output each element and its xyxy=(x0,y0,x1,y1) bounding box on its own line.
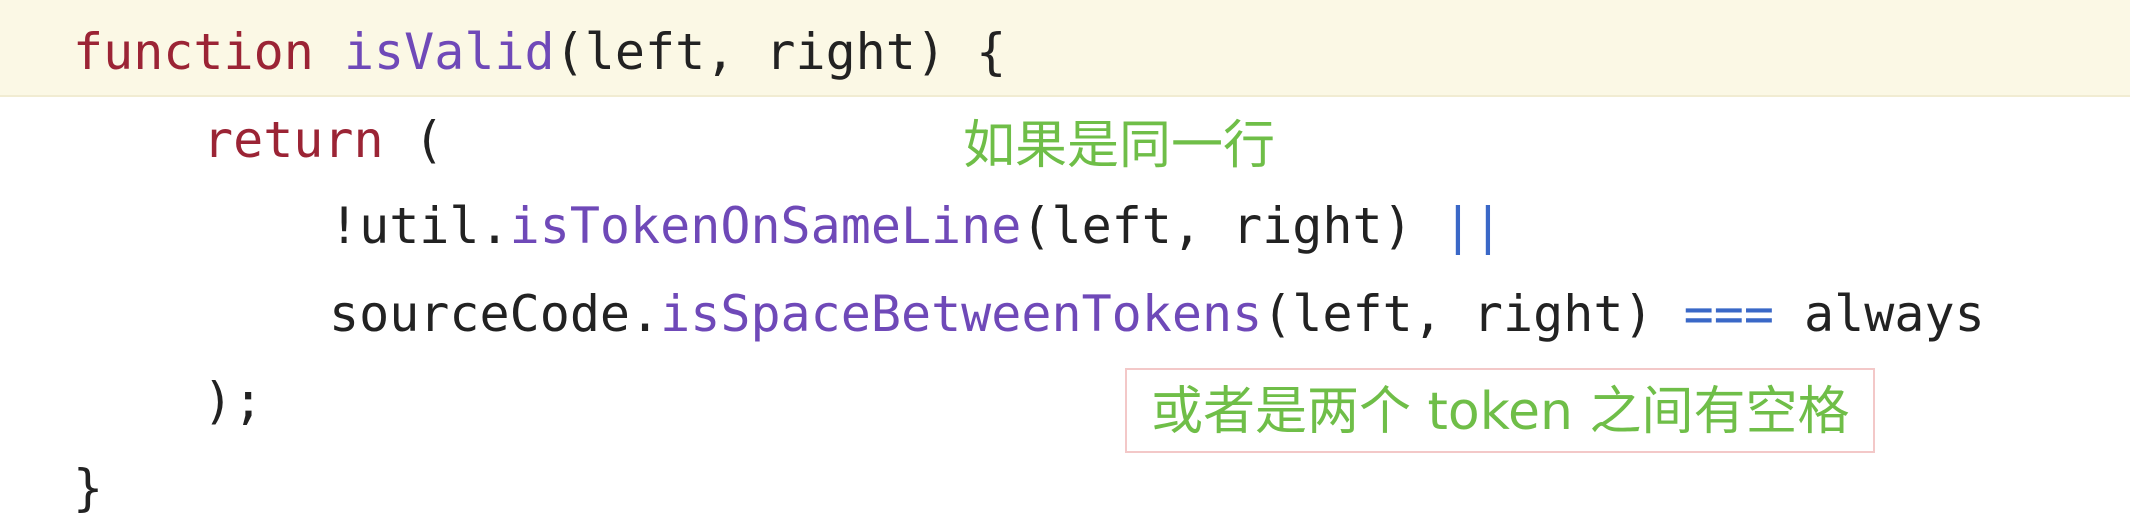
code-line-6[interactable]: } xyxy=(73,458,103,518)
strict-equal-operator: === xyxy=(1683,285,1774,343)
function-call-isspacebetweentokens: isSpaceBetweenTokens xyxy=(660,285,1263,343)
code-editor[interactable]: function isValid(left, right) { return (… xyxy=(0,0,2130,532)
util-prefix: !util. xyxy=(329,197,510,255)
code-line-1[interactable]: function isValid(left, right) { xyxy=(73,22,1006,82)
code-line-3[interactable]: !util.isTokenOnSameLine(left, right) || xyxy=(329,196,1503,256)
annotation-space-between-tokens: 或者是两个 token 之间有空格 xyxy=(1125,368,1876,453)
logical-or-operator: || xyxy=(1442,197,1504,255)
function-name-isvalid: isValid xyxy=(343,23,555,81)
always-identifier: always xyxy=(1773,285,1985,343)
annotation-space-text: 或者是两个 token 之间有空格 xyxy=(1151,382,1850,442)
closing-brace: } xyxy=(73,459,104,517)
code-line-4[interactable]: sourceCode.isSpaceBetweenTokens(left, ri… xyxy=(329,284,1985,344)
function-params: (left, right) { xyxy=(554,23,1007,81)
function-call-istokenonsameline: isTokenOnSameLine xyxy=(509,197,1022,255)
call-args-2: (left, right) xyxy=(1262,285,1684,343)
return-open-paren: ( xyxy=(383,111,444,169)
close-paren-semicolon: ); xyxy=(203,372,264,430)
code-line-2[interactable]: return ( xyxy=(203,110,444,170)
annotation-same-line: 如果是同一行 xyxy=(963,116,1276,176)
keyword-return: return xyxy=(203,111,384,169)
sourcecode-prefix: sourceCode. xyxy=(329,285,661,343)
keyword-function: function xyxy=(73,23,314,81)
code-line-5[interactable]: ); xyxy=(203,371,263,431)
call-args-1: (left, right) xyxy=(1021,197,1443,255)
